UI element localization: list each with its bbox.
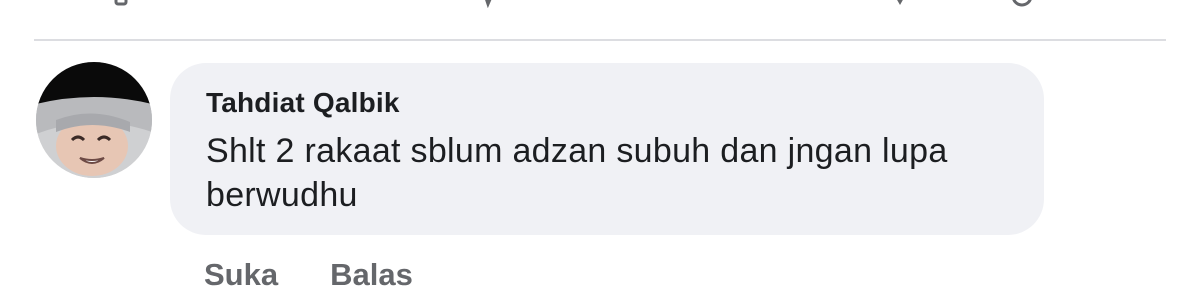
comment-icon[interactable] [476,0,506,8]
comment-bubble: Tahdiat Qalbik Shlt 2 rakaat sblum adzan… [170,63,1044,235]
post-action-bar [0,0,1200,8]
comment-section: Tahdiat Qalbik Shlt 2 rakaat sblum adzan… [0,0,1200,307]
comment-author[interactable]: Tahdiat Qalbik [206,87,400,119]
divider [34,39,1166,41]
avatar[interactable] [36,62,152,178]
reply-button[interactable]: Balas [330,257,413,297]
like-button[interactable]: Suka [204,257,278,297]
share-icon[interactable] [888,0,918,8]
like-icon[interactable] [112,0,142,8]
comment-actions: Suka Balas [204,257,413,297]
comment-text: Shlt 2 rakaat sblum adzan subuh dan jnga… [206,132,948,214]
reaction-icon[interactable] [1008,0,1038,8]
comment-item: Tahdiat Qalbik Shlt 2 rakaat sblum adzan… [34,62,1166,302]
